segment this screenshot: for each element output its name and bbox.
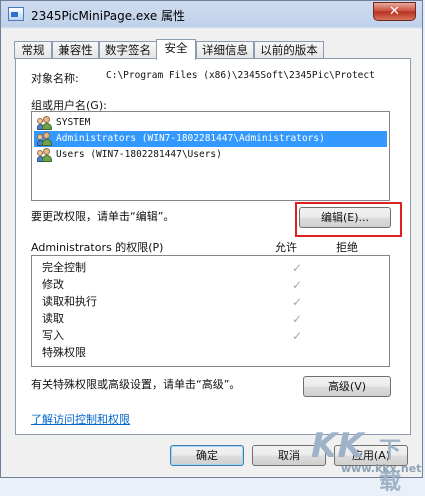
permission-name: 读取 [42, 312, 64, 325]
object-name-value: C:\Program Files (x86)\2345Soft\2345Pic\… [106, 70, 375, 81]
users-icon [37, 132, 53, 146]
groups-listbox[interactable]: SYSTEM Administrators (WIN7-1802281447\A… [31, 111, 390, 201]
window-title: 2345PicMiniPage.exe 属性 [31, 9, 186, 23]
advanced-button[interactable]: 高级(V) [303, 376, 391, 397]
permission-row: 读取 ✓ [42, 311, 382, 327]
special-permissions-text: 有关特殊权限或高级设置，请单击“高级”。 [31, 378, 241, 391]
permission-row: 完全控制 ✓ [42, 260, 382, 276]
tab-security[interactable]: 安全 [156, 39, 196, 60]
allow-check-icon: ✓ [292, 312, 303, 326]
permission-name: 完全控制 [42, 261, 86, 274]
properties-window: 2345PicMiniPage.exe 属性 ✕ 常规 兼容性 数字签名 安全 … [0, 0, 423, 495]
permission-row: 修改 ✓ [42, 277, 382, 293]
object-name-label: 对象名称: [31, 72, 79, 85]
tab-general[interactable]: 常规 [14, 41, 52, 59]
permission-name: 读取和执行 [42, 295, 97, 308]
group-item-administrators[interactable]: Administrators (WIN7-1802281447\Administ… [34, 131, 387, 147]
allow-column-header: 允许 [275, 241, 297, 254]
watermark-url: www.kkx.net [341, 462, 422, 475]
permission-row: 读取和执行 ✓ [42, 294, 382, 310]
permissions-list[interactable]: 完全控制 ✓ 修改 ✓ 读取和执行 ✓ 读取 ✓ 写入 ✓ 特殊权限 [31, 255, 390, 367]
close-button[interactable]: ✕ [373, 2, 416, 21]
allow-check-icon: ✓ [292, 329, 303, 343]
access-control-help-link[interactable]: 了解访问控制和权限 [31, 411, 130, 427]
ok-button[interactable]: 确定 [170, 445, 244, 466]
users-icon [37, 148, 53, 162]
users-icon [37, 116, 53, 130]
permission-name: 特殊权限 [42, 346, 86, 359]
watermark-logo: KK 下载 www.kkx.net [301, 426, 422, 495]
tab-compatibility[interactable]: 兼容性 [52, 41, 99, 59]
allow-check-icon: ✓ [292, 261, 303, 275]
permissions-title: Administrators 的权限(P) [31, 241, 164, 254]
allow-check-icon: ✓ [292, 295, 303, 309]
change-permissions-text: 要更改权限，请单击“编辑”。 [31, 210, 175, 223]
security-panel: 对象名称: C:\Program Files (x86)\2345Soft\23… [15, 58, 411, 435]
group-item-label: Administrators (WIN7-1802281447\Administ… [56, 133, 325, 144]
edit-button[interactable]: 编辑(E)... [299, 207, 391, 228]
group-item-label: SYSTEM [56, 117, 91, 128]
group-item-system[interactable]: SYSTEM [34, 115, 387, 131]
group-item-users[interactable]: Users (WIN7-1802281447\Users) [34, 147, 387, 163]
watermark-logo-text: KK [311, 426, 364, 466]
permission-row: 特殊权限 [42, 345, 382, 361]
deny-column-header: 拒绝 [336, 241, 358, 254]
permission-name: 修改 [42, 278, 64, 291]
tab-details[interactable]: 详细信息 [196, 41, 254, 59]
permission-row: 写入 ✓ [42, 328, 382, 344]
title-bar[interactable]: 2345PicMiniPage.exe 属性 ✕ [1, 1, 422, 28]
app-icon [8, 7, 24, 21]
allow-check-icon: ✓ [292, 278, 303, 292]
tab-previous-versions[interactable]: 以前的版本 [254, 41, 324, 59]
group-item-label: Users (WIN7-1802281447\Users) [56, 149, 222, 160]
tab-digital-signatures[interactable]: 数字签名 [99, 41, 157, 59]
permission-name: 写入 [42, 329, 64, 342]
